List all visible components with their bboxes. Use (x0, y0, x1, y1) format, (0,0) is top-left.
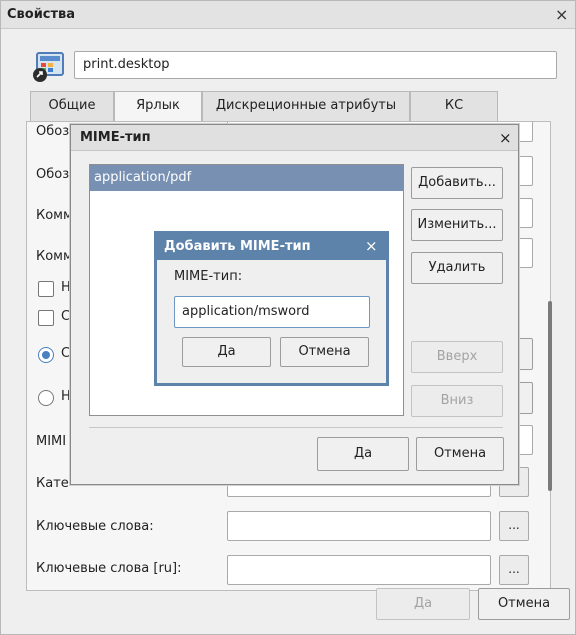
move-up-button[interactable]: Вверх (411, 341, 503, 373)
window-ok-button[interactable]: Да (376, 588, 470, 620)
desktop-file-icon (31, 51, 65, 83)
keywords-browse-button[interactable]: ... (499, 511, 529, 541)
tab-ks[interactable]: КС (410, 91, 498, 121)
properties-window: Свойства × print.desktop Общие Ярлык Дис… (0, 0, 576, 635)
mime-dialog-title: MIME-тип (80, 130, 151, 145)
close-icon[interactable]: × (365, 237, 378, 255)
window-title: Свойства (7, 7, 76, 22)
mime-cancel-button[interactable]: Отмена (416, 437, 504, 471)
list-item[interactable]: application/pdf (90, 165, 403, 191)
keywords-ru-field[interactable] (227, 555, 491, 585)
mime-type-input[interactable]: application/msword (174, 296, 370, 328)
scrollbar[interactable] (548, 301, 552, 491)
checkbox-1[interactable] (38, 281, 54, 297)
edit-button[interactable]: Изменить... (411, 209, 503, 241)
close-icon[interactable]: × (555, 5, 568, 24)
mime-ok-button[interactable]: Да (317, 437, 409, 471)
row-label-name: Обоз (36, 124, 70, 139)
add-dialog-title: Добавить MIME-тип (164, 239, 311, 254)
add-mime-type-dialog: Добавить MIME-тип × MIME-тип: applicatio… (154, 231, 389, 386)
tab-general[interactable]: Общие (30, 91, 114, 121)
row-label-comment: Комм (36, 208, 73, 223)
row-label-name-ru: Обоз (36, 167, 70, 182)
filename-field[interactable]: print.desktop (74, 51, 557, 79)
add-dialog-titlebar[interactable]: Добавить MIME-тип × (157, 234, 386, 260)
mime-type-label: MIME-тип: (174, 269, 243, 284)
divider (89, 427, 503, 428)
keywords-ru-browse-button[interactable]: ... (499, 555, 529, 585)
keywords-field[interactable] (227, 511, 491, 541)
tab-discretionary-attributes[interactable]: Дискреционные атрибуты (202, 91, 410, 121)
keywords-ru-label: Ключевые слова [ru]: (36, 561, 182, 576)
delete-button[interactable]: Удалить (411, 252, 503, 284)
tab-shortcut[interactable]: Ярлык (114, 91, 202, 122)
checkbox-2-label: С (61, 309, 71, 324)
radio-1[interactable] (38, 347, 54, 363)
move-down-button[interactable]: Вниз (411, 385, 503, 417)
checkbox-2[interactable] (38, 310, 54, 326)
mime-row-label: MIMI (36, 434, 67, 449)
radio-2[interactable] (38, 390, 54, 406)
add-cancel-button[interactable]: Отмена (280, 337, 369, 367)
window-titlebar[interactable]: Свойства × (1, 1, 575, 29)
window-cancel-button[interactable]: Отмена (478, 588, 570, 620)
close-icon[interactable]: × (499, 129, 512, 147)
mime-dialog-titlebar[interactable]: MIME-тип × (71, 125, 518, 151)
add-button[interactable]: Добавить... (411, 167, 503, 199)
radio-1-label: С (61, 346, 71, 361)
row-label-comment-ru: Комм (36, 249, 73, 264)
keywords-label: Ключевые слова: (36, 519, 154, 534)
category-row-label: Кате (36, 476, 69, 491)
add-ok-button[interactable]: Да (182, 337, 271, 367)
